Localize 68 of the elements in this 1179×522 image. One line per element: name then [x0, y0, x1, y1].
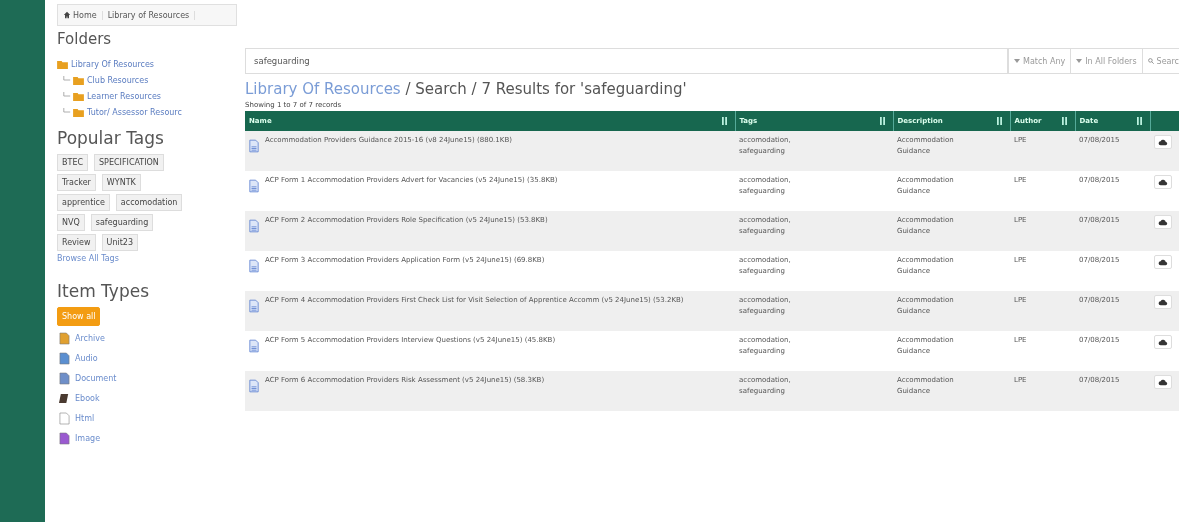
cloud-icon: [1158, 258, 1168, 266]
tag-chip[interactable]: WYNTK: [101, 174, 141, 191]
sort-icon: [721, 117, 727, 125]
download-button[interactable]: [1154, 255, 1172, 269]
home-icon: [63, 11, 71, 19]
folder-link[interactable]: Learner Resources: [73, 88, 161, 104]
section-heading: Folders: [57, 30, 113, 48]
item-type-link[interactable]: Archive: [57, 331, 107, 346]
item-type-link[interactable]: Document: [57, 371, 119, 386]
book-icon: [59, 392, 70, 405]
item-type-link[interactable]: Image: [57, 431, 103, 446]
tag-chip[interactable]: Review: [57, 234, 96, 251]
document-icon: [249, 259, 259, 273]
item-type-link[interactable]: Ebook: [57, 391, 102, 406]
document-icon: [249, 379, 259, 393]
caret-icon: [1014, 58, 1020, 64]
folder-link[interactable]: Club Resources: [73, 72, 149, 88]
download-button[interactable]: [1154, 135, 1172, 149]
folder-icon: [57, 59, 68, 69]
cloud-icon: [1158, 298, 1168, 306]
tag-chip[interactable]: Tracker: [57, 174, 96, 191]
cloud-icon: [1158, 378, 1168, 386]
folder-link[interactable]: Library Of Resources: [57, 56, 245, 72]
tag-chip[interactable]: safeguarding: [90, 214, 154, 231]
search-field[interactable]: safeguarding: [245, 48, 1008, 74]
sort-icon: [996, 117, 1002, 125]
document-icon: [249, 139, 259, 153]
folder-icon: [73, 75, 84, 85]
file-icon: [59, 332, 70, 345]
tag-chip[interactable]: Unit23: [101, 234, 138, 251]
breadcrumb-link[interactable]: Home: [58, 10, 103, 20]
search-icon: [1147, 58, 1154, 64]
breadcrumb-link[interactable]: Library of Resources: [102, 10, 196, 20]
caret-icon: [1076, 58, 1083, 64]
tag-chip[interactable]: BTEC: [57, 154, 88, 171]
cloud-icon: [1158, 338, 1168, 346]
document-icon: [249, 179, 259, 193]
section-heading: Item Types: [57, 281, 150, 301]
file-icon: [59, 432, 70, 445]
tag-chip[interactable]: accomodation: [115, 194, 183, 211]
document-icon: [249, 299, 259, 313]
cloud-icon: [1158, 218, 1168, 226]
browse-tags-link[interactable]: Browse All Tags: [57, 254, 245, 263]
page-heading: / Search / 7 Results for 'safeguarding': [404, 80, 687, 98]
file-icon: [59, 372, 70, 385]
tag-chip[interactable]: SPECIFICATION: [94, 154, 164, 171]
folder-icon: [73, 91, 84, 101]
sort-icon: [879, 117, 885, 125]
sort-icon: [1061, 117, 1067, 125]
download-button[interactable]: [1154, 375, 1172, 389]
file-icon: [59, 412, 70, 425]
download-button[interactable]: [1154, 295, 1172, 309]
cloud-icon: [1158, 178, 1168, 186]
file-icon: [59, 352, 70, 365]
document-icon: [249, 219, 259, 233]
download-button[interactable]: [1154, 215, 1172, 229]
item-type-link[interactable]: Html: [57, 411, 97, 426]
section-heading: Popular Tags: [57, 128, 165, 148]
document-icon: [249, 339, 259, 353]
download-button[interactable]: [1154, 335, 1172, 349]
folder-icon: [73, 107, 84, 117]
item-type-link[interactable]: Audio: [57, 351, 100, 366]
cloud-icon: [1158, 138, 1168, 146]
tag-chip[interactable]: NVQ: [57, 214, 85, 231]
folder-link[interactable]: Tutor/ Assessor Resourc: [73, 104, 182, 120]
sort-icon: [1136, 117, 1142, 125]
download-button[interactable]: [1154, 175, 1172, 189]
tag-chip[interactable]: apprentice: [57, 194, 110, 211]
